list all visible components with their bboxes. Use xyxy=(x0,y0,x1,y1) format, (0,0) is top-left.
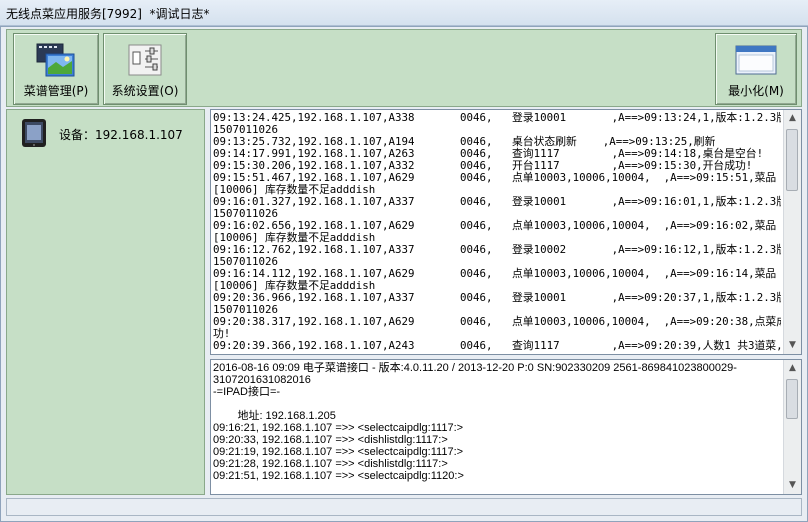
film-photo-icon xyxy=(36,43,75,77)
log-line: -=IPAD接口=- xyxy=(213,386,281,398)
interface-log-lines: 2016-08-16 09:09 电子菜谱接口 - 版本:4.0.11.20 /… xyxy=(213,362,781,492)
tablet-icon xyxy=(22,119,46,147)
log-line: 09:20:39.366,192.168.1.107,A243 0046, 查询… xyxy=(213,339,781,352)
scroll-up-icon[interactable]: ▲ xyxy=(784,360,801,377)
device-item[interactable]: 设备：192.168.1.107 xyxy=(19,118,199,148)
scroll-thumb[interactable] xyxy=(786,129,798,191)
main-window: 菜谱管理(P) 系统设置(O) 最小化(M) 设备：192.168.1.107 … xyxy=(0,26,808,522)
log-line: 09:16:12.762,192.168.1.107,A337 0046, 登录… xyxy=(213,243,781,256)
device-label: 设备：192.168.1.107 xyxy=(59,128,183,142)
debug-log-scrollbar[interactable]: ▲ ▼ xyxy=(783,110,801,354)
log-line: 09:21:51, 192.168.1.107 =>> <selectcaipd… xyxy=(213,470,464,482)
window-title: 无线点菜应用服务[7992] *调试日志* xyxy=(6,7,210,21)
status-bar xyxy=(6,498,802,516)
debug-log-panel[interactable]: 09:13:24.425,192.168.1.107,A338 0046, 登录… xyxy=(210,109,802,355)
log-line: 09:21:28, 192.168.1.107 =>> <dishlistdlg… xyxy=(213,458,448,470)
interface-log-panel[interactable]: 2016-08-16 09:09 电子菜谱接口 - 版本:4.0.11.20 /… xyxy=(210,359,802,495)
log-line: 09:13:24.425,192.168.1.107,A338 0046, 登录… xyxy=(213,112,781,124)
minimize-button[interactable]: 最小化(M) xyxy=(715,33,797,105)
menu-management-button[interactable]: 菜谱管理(P) xyxy=(13,33,99,105)
debug-log-lines: 09:13:24.425,192.168.1.107,A338 0046, 登录… xyxy=(213,112,781,352)
log-line: 09:16:21, 192.168.1.107 =>> <selectcaipd… xyxy=(213,422,464,434)
scroll-thumb[interactable] xyxy=(786,379,798,419)
system-settings-label: 系统设置(O) xyxy=(111,84,179,98)
log-line: 2016-08-16 09:09 电子菜谱接口 - 版本:4.0.11.20 /… xyxy=(213,362,737,374)
sliders-icon xyxy=(128,44,162,76)
interface-log-scrollbar[interactable]: ▲ ▼ xyxy=(783,360,801,494)
log-line: 09:20:36.966,192.168.1.107,A337 0046, 登录… xyxy=(213,291,781,304)
log-line: 09:20:33, 192.168.1.107 =>> <dishlistdlg… xyxy=(213,434,448,446)
window-icon xyxy=(735,45,777,75)
minimize-label: 最小化(M) xyxy=(728,84,784,98)
title-bar: 无线点菜应用服务[7992] *调试日志* xyxy=(0,0,808,26)
system-settings-button[interactable]: 系统设置(O) xyxy=(103,33,187,105)
log-line: 09:16:01.327,192.168.1.107,A337 0046, 登录… xyxy=(213,195,781,208)
scroll-up-icon[interactable]: ▲ xyxy=(784,110,801,127)
scroll-down-icon[interactable]: ▼ xyxy=(784,477,801,494)
menu-management-label: 菜谱管理(P) xyxy=(23,84,89,98)
log-line: 地址: 192.168.1.205 xyxy=(213,410,336,422)
log-line: 09:20:38.317,192.168.1.107,A629 0046, 点单… xyxy=(213,315,781,328)
scroll-down-icon[interactable]: ▼ xyxy=(784,337,801,354)
log-line: 3107201631082016 xyxy=(213,374,311,386)
toolbar: 菜谱管理(P) 系统设置(O) 最小化(M) xyxy=(6,29,802,107)
log-line: 09:21:19, 192.168.1.107 =>> <selectcaipd… xyxy=(213,446,464,458)
device-list: 设备：192.168.1.107 xyxy=(6,109,205,495)
